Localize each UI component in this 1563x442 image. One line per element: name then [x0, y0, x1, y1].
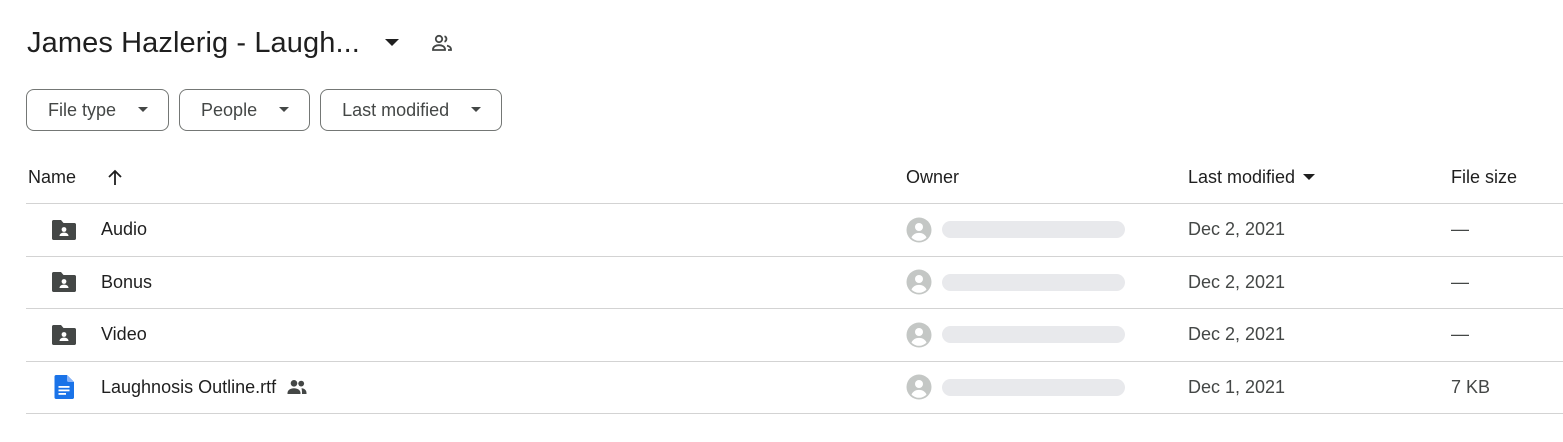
filter-chips: File type People Last modified	[26, 89, 503, 131]
owner-name-placeholder	[942, 326, 1125, 344]
file-name: Video	[101, 324, 147, 345]
people-icon	[286, 379, 308, 395]
arrow-drop-down-icon	[279, 107, 290, 113]
last-modified-date: Dec 1, 2021	[1188, 376, 1286, 397]
avatar	[906, 269, 932, 295]
last-modified-date: Dec 2, 2021	[1188, 271, 1286, 292]
chip-label: Last modified	[342, 99, 450, 120]
file-list-header: Name Owner Last modified File size	[26, 152, 1563, 204]
file-name: Bonus	[101, 271, 153, 292]
file-list: Name Owner Last modified File size Audio…	[26, 152, 1563, 414]
arrow-drop-down-icon[interactable]	[1303, 174, 1316, 181]
chip-label: File type	[48, 99, 117, 120]
file-name: Laughnosis Outline.rtf	[101, 376, 277, 397]
google-docs-icon	[50, 373, 78, 401]
avatar	[906, 374, 932, 400]
shared-folder-icon	[50, 268, 78, 296]
file-row[interactable]: Bonus Dec 2, 2021 —	[26, 257, 1563, 309]
file-size: —	[1451, 219, 1469, 240]
owner-name-placeholder	[942, 378, 1125, 396]
people-outline-icon	[428, 29, 456, 57]
last-modified-date: Dec 2, 2021	[1188, 324, 1286, 345]
file-row[interactable]: Audio Dec 2, 2021 —	[26, 204, 1563, 257]
file-row[interactable]: Laughnosis Outline.rtf Dec 1, 2021 7 KB	[26, 362, 1563, 414]
arrow-drop-down-icon[interactable]	[378, 29, 406, 57]
file-size: 7 KB	[1451, 376, 1491, 397]
file-type-filter-chip[interactable]: File type	[26, 89, 170, 131]
shared-folder-icon	[50, 216, 78, 244]
last-modified-column-header[interactable]: Last modified	[1188, 167, 1295, 188]
file-row[interactable]: Video Dec 2, 2021 —	[26, 309, 1563, 362]
file-size-column-header: File size	[1451, 167, 1518, 187]
owner-name-placeholder	[942, 221, 1125, 239]
avatar	[906, 217, 932, 243]
owner-name-placeholder	[942, 273, 1125, 291]
chip-label: People	[201, 99, 258, 120]
file-size: —	[1451, 271, 1469, 292]
file-size: —	[1451, 324, 1469, 345]
shared-folder-icon	[50, 321, 78, 349]
folder-title[interactable]: James Hazlerig - Laugh...	[27, 27, 360, 60]
arrow-drop-down-icon	[138, 107, 149, 113]
last-modified-date: Dec 2, 2021	[1188, 219, 1286, 240]
folder-header: James Hazlerig - Laugh...	[27, 22, 456, 64]
sort-ascending-arrow-icon[interactable]	[106, 169, 124, 187]
file-name: Audio	[101, 219, 148, 240]
owner-column-header: Owner	[906, 167, 960, 187]
arrow-drop-down-icon	[471, 107, 482, 113]
name-column-header[interactable]: Name	[28, 167, 76, 188]
people-filter-chip[interactable]: People	[179, 89, 311, 131]
avatar	[906, 322, 932, 348]
last-modified-filter-chip[interactable]: Last modified	[320, 89, 503, 131]
